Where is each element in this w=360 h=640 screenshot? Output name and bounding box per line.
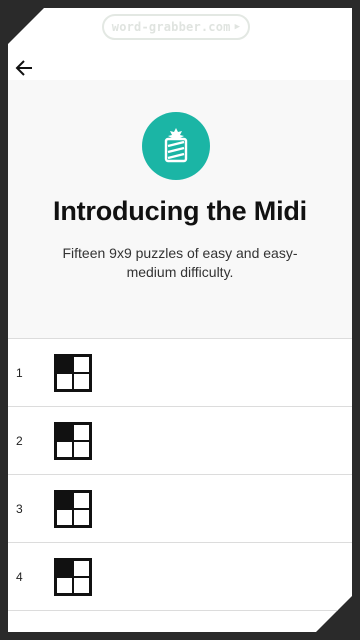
device-frame: word-grabber.com ▶ Introducing the Midi … xyxy=(0,0,360,640)
crossword-grid-icon xyxy=(54,557,92,596)
puzzle-list: 1 2 3 4 xyxy=(8,338,352,611)
intro-section: Introducing the Midi Fifteen 9x9 puzzles… xyxy=(8,80,352,338)
page-subtitle: Fifteen 9x9 puzzles of easy and easy-med… xyxy=(62,245,298,280)
page-title: Introducing the Midi xyxy=(53,196,307,226)
gift-midi-icon xyxy=(142,112,210,180)
puzzle-number: 3 xyxy=(16,501,23,516)
puzzle-number: 2 xyxy=(16,433,23,448)
arrow-left-icon xyxy=(15,60,32,76)
watermark-arrow: ▶ xyxy=(234,22,241,32)
list-divider xyxy=(8,610,352,611)
crossword-grid-icon xyxy=(54,489,92,528)
app-screen: word-grabber.com ▶ Introducing the Midi … xyxy=(8,8,352,632)
crossword-grid-icon xyxy=(54,421,92,460)
crossword-grid-icon xyxy=(54,353,92,392)
watermark-text: word-grabber.com xyxy=(111,20,231,34)
back-button[interactable] xyxy=(12,56,36,80)
puzzle-row[interactable]: 2 xyxy=(8,406,352,474)
puzzle-number: 4 xyxy=(16,569,23,584)
puzzle-row[interactable]: 1 xyxy=(8,338,352,406)
watermark: word-grabber.com ▶ xyxy=(102,14,250,40)
puzzle-row[interactable]: 3 xyxy=(8,474,352,542)
puzzle-number: 1 xyxy=(16,365,23,380)
puzzle-row[interactable]: 4 xyxy=(8,542,352,610)
